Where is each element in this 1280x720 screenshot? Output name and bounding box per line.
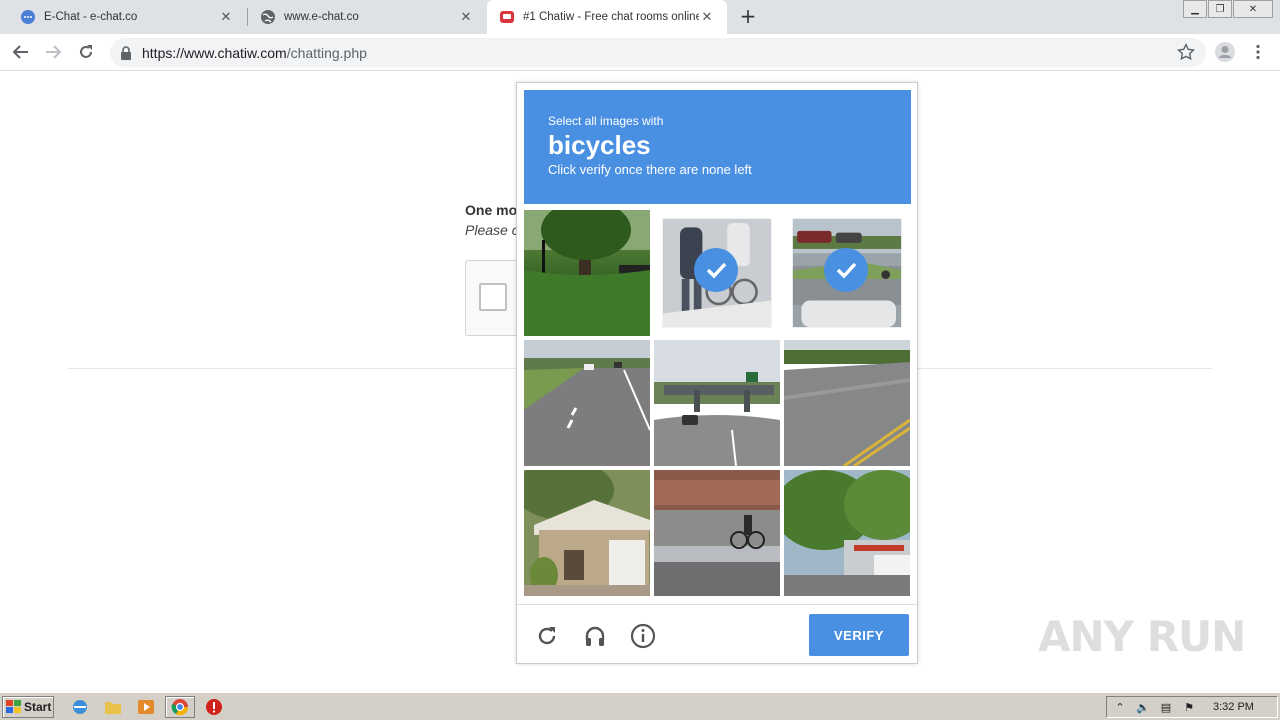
recaptcha-checkbox[interactable]	[479, 283, 507, 311]
reload-challenge-button[interactable]	[533, 622, 561, 650]
tab-title: #1 Chatiw - Free chat rooms online	[523, 11, 699, 23]
help-button[interactable]	[629, 622, 657, 650]
image-tile[interactable]	[524, 470, 650, 596]
star-icon	[1177, 43, 1195, 61]
info-icon	[630, 623, 656, 649]
lock-icon	[120, 45, 132, 60]
chrome-icon	[171, 699, 189, 716]
image-tile[interactable]	[524, 340, 650, 466]
network-icon[interactable]: ▤	[1156, 699, 1176, 715]
recaptcha-challenge: Select all images with bicycles Click ve…	[516, 82, 918, 664]
url-bar[interactable]: https://www.chatiw.com/chatting.php	[110, 38, 1206, 67]
tile-image	[784, 470, 910, 596]
minimize-button[interactable]: ▁	[1183, 0, 1207, 18]
tile-image	[784, 340, 910, 466]
image-tile[interactable]	[784, 470, 910, 596]
image-tile[interactable]	[654, 210, 780, 336]
instruction-target: bicycles	[548, 130, 651, 160]
image-tile[interactable]	[784, 340, 910, 466]
instruction-pre: Select all images with	[548, 114, 664, 128]
start-label: Start	[24, 700, 52, 714]
chrome-taskbar-button[interactable]	[165, 696, 195, 718]
url-host: https://www.chatiw.com	[142, 44, 287, 61]
tab-www-echat[interactable]: www.e-chat.co ✕	[248, 0, 486, 34]
tab-strip: E-Chat - e-chat.co ✕ www.e-chat.co ✕ #1 …	[0, 0, 1280, 34]
image-tile[interactable]	[784, 210, 910, 336]
tile-image	[654, 340, 780, 466]
chatiw-icon	[499, 9, 515, 25]
windows-logo-icon	[6, 700, 21, 713]
close-icon[interactable]: ✕	[699, 9, 715, 25]
system-tray: ⌃ 🔈 ▤ ⚑ 3:32 PM	[1106, 696, 1278, 718]
tile-image	[524, 470, 650, 596]
page-heading: One mo	[465, 202, 518, 218]
address-toolbar: https://www.chatiw.com/chatting.php	[0, 34, 1280, 71]
menu-button[interactable]	[1246, 40, 1270, 64]
challenge-footer: VERIFY	[517, 604, 917, 664]
file-explorer-icon[interactable]	[103, 697, 123, 717]
back-button[interactable]	[9, 40, 33, 64]
start-button[interactable]: Start	[2, 696, 54, 718]
restore-button[interactable]: ❐	[1208, 0, 1232, 18]
challenge-header: Select all images with bicycles Click ve…	[524, 90, 911, 204]
forward-button[interactable]	[41, 40, 65, 64]
verify-button[interactable]: VERIFY	[809, 614, 909, 656]
tile-image	[524, 210, 650, 336]
reload-icon	[80, 45, 92, 58]
clock: 3:32 PM	[1213, 701, 1254, 713]
stop-icon[interactable]	[204, 697, 224, 717]
close-window-button[interactable]: ✕	[1233, 0, 1273, 18]
globe-icon	[260, 9, 276, 25]
tab-title: www.e-chat.co	[284, 11, 359, 23]
audio-challenge-button[interactable]	[581, 622, 609, 650]
media-player-icon[interactable]	[136, 697, 156, 717]
profile-button[interactable]	[1213, 40, 1237, 64]
image-tile[interactable]	[654, 470, 780, 596]
avatar-icon	[1215, 42, 1235, 62]
checkmark-icon	[694, 248, 738, 292]
close-icon[interactable]: ✕	[218, 9, 234, 25]
kebab-menu-icon	[1256, 44, 1260, 60]
checkmark-icon	[824, 248, 868, 292]
reload-button[interactable]	[74, 40, 98, 64]
tile-image	[524, 340, 650, 466]
anyrun-watermark: ANY RUN	[1038, 612, 1246, 661]
refresh-icon	[538, 627, 556, 645]
headphones-icon	[585, 626, 605, 646]
chat-bubble-icon	[20, 9, 36, 25]
speaker-icon[interactable]: 🔈	[1133, 699, 1153, 715]
arrow-left-icon	[12, 45, 28, 59]
instruction-post: Click verify once there are none left	[548, 162, 752, 177]
tab-echat[interactable]: E-Chat - e-chat.co ✕	[8, 0, 246, 34]
close-icon[interactable]: ✕	[458, 9, 474, 25]
tab-title: E-Chat - e-chat.co	[44, 11, 138, 23]
taskbar: Start ⌃ 🔈 ▤ ⚑ 3:32 PM	[0, 692, 1280, 720]
bookmark-star-button[interactable]	[1174, 40, 1198, 64]
url-path: /chatting.php	[286, 44, 367, 61]
internet-explorer-icon[interactable]	[70, 697, 90, 717]
tab-chatiw[interactable]: #1 Chatiw - Free chat rooms online ✕	[487, 0, 727, 34]
image-tile[interactable]	[654, 340, 780, 466]
new-tab-button[interactable]: +	[737, 5, 759, 27]
page-subtext: Please c	[465, 222, 519, 238]
image-tile[interactable]	[524, 210, 650, 336]
image-grid	[524, 210, 911, 597]
chevron-up-icon[interactable]: ⌃	[1110, 699, 1130, 715]
flag-icon[interactable]: ⚑	[1179, 699, 1199, 715]
arrow-right-icon	[46, 45, 62, 59]
tile-image	[654, 470, 780, 596]
